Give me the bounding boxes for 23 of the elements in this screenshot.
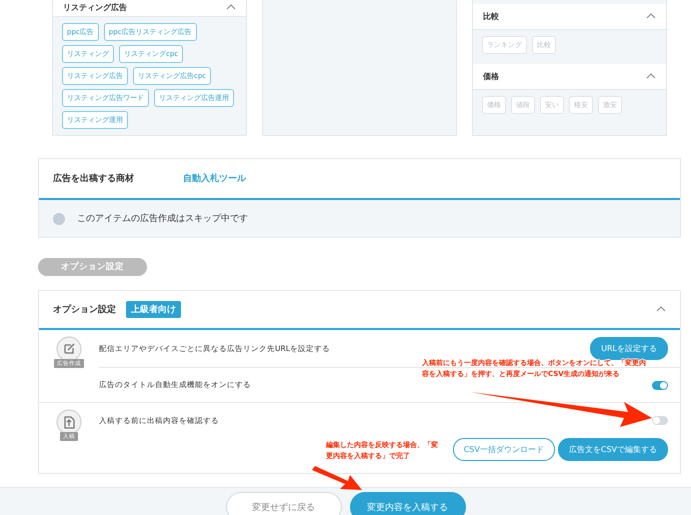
- product-link[interactable]: 自動入札ツール: [183, 172, 246, 185]
- toggle-switch[interactable]: [652, 380, 668, 390]
- csv-button[interactable]: 広告文をCSVで編集する: [558, 438, 668, 461]
- section-pill: オプション設定: [38, 258, 147, 276]
- product-label: 広告を出稿する商材: [53, 172, 135, 185]
- options-title: オプション設定: [53, 303, 116, 316]
- notice-icon: [53, 212, 65, 224]
- back-button[interactable]: 変更せずに戻る: [226, 492, 342, 515]
- chevron-up-icon[interactable]: [656, 306, 666, 312]
- url-button[interactable]: URLを設定する: [590, 337, 668, 360]
- chevron-up-icon[interactable]: [226, 4, 236, 10]
- upload-icon: [56, 409, 82, 435]
- group-title: 比較: [483, 11, 499, 22]
- submit-button[interactable]: 変更内容を入稿する: [350, 492, 466, 515]
- group-title: リスティング広告: [63, 2, 127, 13]
- group-title: 価格: [483, 71, 499, 82]
- chevron-up-icon[interactable]: [646, 13, 656, 19]
- csv-button[interactable]: CSV一括ダウンロード: [452, 438, 555, 461]
- notice-text: このアイテムの広告作成はスキップ中です: [77, 212, 248, 225]
- toggle-switch[interactable]: [652, 416, 668, 425]
- chevron-up-icon[interactable]: [646, 73, 656, 79]
- level-badge: 上級者向け: [126, 301, 181, 318]
- annotation-arrow: [312, 466, 362, 490]
